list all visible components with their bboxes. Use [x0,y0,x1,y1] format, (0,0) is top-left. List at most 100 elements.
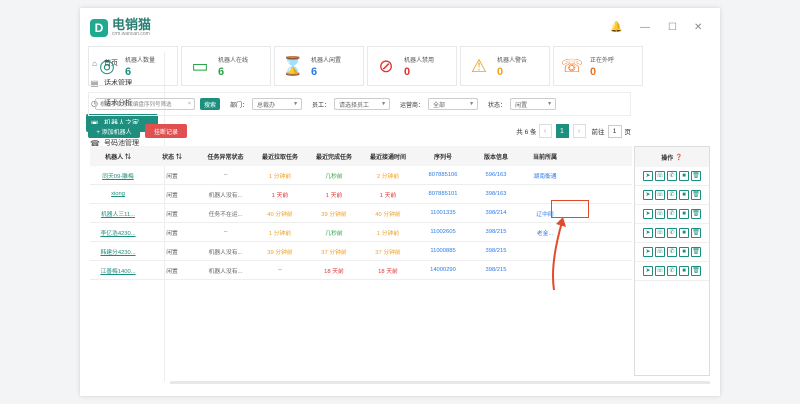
stop-icon[interactable]: ■ [679,190,689,200]
table-cell: 398/163 [485,191,507,197]
table-cell: 14000290 [430,267,456,273]
stat-value: 0 [590,65,597,78]
search-button[interactable]: 搜索 [200,98,220,110]
chevron-down-icon: ▼ [381,101,387,107]
table-cell: 37 分钟前 [321,249,347,256]
phone-icon[interactable]: ✆ [667,228,677,238]
prev-page-button[interactable]: ‹ [538,124,552,138]
status-value: 闲置 [515,102,528,109]
dept-value: 总裁办 [257,102,276,109]
table-cell: 几秒前 [325,173,343,180]
delete-icon[interactable]: 🗑 [691,228,701,238]
table-cell: 807885101 [428,191,458,197]
app-domain: crm.wancan.com [112,31,150,37]
page-1-button[interactable]: 1 [555,124,569,138]
table-cell[interactable]: 韩建分4230... [90,247,146,256]
stat-card[interactable]: ▭ 机器人在线 6 [181,46,271,86]
stop-icon[interactable]: ■ [679,266,689,276]
next-page-button[interactable]: › [572,124,586,138]
hangup-record-button[interactable]: 挂断记录 [145,124,187,138]
table-cell: 1 天前 [325,192,343,199]
table-cell: 398/215 [485,248,507,254]
table-header: 机器人 ⇅ 状态 ⇅ 任务异常状态 最近拉取任务 最近完成任务 最近接通时间 序列号 版本信息… [90,146,632,166]
staff-select[interactable]: 请选择员工 ▼ [334,98,391,110]
phone-icon: ☏ [560,56,584,76]
column-header: 任务异常状态 [207,154,244,161]
call-icon[interactable]: ☏ [655,266,665,276]
total-count: 共 6 条 [516,129,537,136]
page-unit: 页 [624,129,632,136]
phone-icon[interactable]: ✆ [667,247,677,257]
table-cell: 闲置 [166,173,178,180]
stat-value: 6 [125,65,132,78]
stop-icon[interactable]: ■ [679,209,689,219]
delete-icon[interactable]: 🗑 [691,171,701,181]
send-icon[interactable]: ➤ [643,209,653,219]
send-icon[interactable]: ➤ [643,171,653,181]
stop-icon[interactable]: ■ [679,171,689,181]
stat-label: 机器人数量 [125,57,156,64]
phone-icon[interactable]: ✆ [667,209,677,219]
column-header: 最近完成任务 [315,154,352,161]
call-icon[interactable]: ☏ [655,228,665,238]
filter-bar: 根据手机号或编盘序列号筛选 × 搜索 部门： 总裁办 ▼ 员工： 请选择员工 ▼ 运… [88,92,631,116]
stat-card[interactable]: ☏ 正在外呼 0 [553,46,643,86]
table-cell: 37 分钟前 [375,249,401,256]
table-cell: 几秒前 [325,230,343,237]
stat-card[interactable]: ◎ 机器人数量 6 [88,46,178,86]
table-cell: 闲置 [166,249,178,256]
stop-icon[interactable]: ■ [679,247,689,257]
help-icon: ❓ [675,154,683,161]
call-icon[interactable]: ☏ [655,247,665,257]
delete-icon[interactable]: 🗑 [691,247,701,257]
table-row: 同天09-雕梅 闲置 -- 1 分钟前 几秒前 2 分钟前 807885106 596/163… [90,166,632,185]
call-icon[interactable]: ☏ [655,209,665,219]
minimize-button[interactable]: — [640,22,650,33]
column-header[interactable]: 状态 ⇅ [146,152,198,161]
table-cell[interactable]: 江善梅1400... [90,266,146,275]
delete-icon[interactable]: 🗑 [691,209,701,219]
monitor-icon: ▭ [191,56,209,76]
call-icon[interactable]: ☏ [655,190,665,200]
action-row: + 添加机器人 挂断记录 共 6 条 ‹ 1 › 前往 1 页 [88,124,631,140]
add-robot-button[interactable]: + 添加机器人 [88,124,140,138]
column-header[interactable]: 机器人 ⇅ [90,152,146,161]
phone-icon[interactable]: ✆ [667,190,677,200]
stat-card[interactable]: ⚠ 机器人警告 0 [460,46,550,86]
bell-icon[interactable]: 🔔 [610,22,622,33]
delete-icon[interactable]: 🗑 [691,190,701,200]
stat-value: 0 [404,65,411,78]
carrier-select[interactable]: 全部 ▼ [428,98,479,110]
maximize-button[interactable]: ☐ [668,22,677,33]
table-cell: 机器人没有... [208,268,243,275]
send-icon[interactable]: ➤ [643,228,653,238]
op-body: ➤ ☏ ✆ ■ 🗑 ➤ ☏ ✆ ■ 🗑 ➤ ☏ ✆ ■ 🗑 ➤ ☏ ✆ ■ 🗑 ➤ ☏ ✆ ■ 🗑 ➤ ☏ ✆ ■ 🗑 [635,167,709,281]
search-input[interactable]: 根据手机号或编盘序列号筛选 × [95,98,195,110]
table-cell: 1 分钟前 [376,230,400,237]
app-logo: D 电销猫 crm.wancan.com [90,18,151,37]
phone-icon[interactable]: ✆ [667,266,677,276]
stat-card[interactable]: ⌛ 机器人闲置 6 [274,46,364,86]
table-cell[interactable]: 李亿浩4230... [90,228,146,237]
table-cell: 40 分钟前 [267,211,293,218]
call-icon[interactable]: ☏ [655,171,665,181]
table-cell[interactable]: 同天09-雕梅 [90,171,146,180]
horizontal-scrollbar[interactable] [170,381,710,384]
stop-icon[interactable]: ■ [679,228,689,238]
send-icon[interactable]: ➤ [643,266,653,276]
stat-card[interactable]: ⊘ 机器人禁用 0 [367,46,457,86]
table-cell[interactable]: 机器人三11... [90,209,146,218]
dept-select[interactable]: 总裁办 ▼ [252,98,303,110]
table-cell: 2 分钟前 [376,173,400,180]
send-icon[interactable]: ➤ [643,190,653,200]
clear-icon[interactable]: × [188,101,191,107]
page-input[interactable]: 1 [607,124,622,138]
close-button[interactable]: ✕ [694,22,702,33]
table-cell: 11001335 [430,210,456,216]
delete-icon[interactable]: 🗑 [691,266,701,276]
table-cell[interactable]: xiong [90,191,146,197]
send-icon[interactable]: ➤ [643,247,653,257]
table-cell: 1 天前 [271,192,289,199]
status-select[interactable]: 闲置 ▼ [510,98,557,110]
phone-icon[interactable]: ✆ [667,171,677,181]
